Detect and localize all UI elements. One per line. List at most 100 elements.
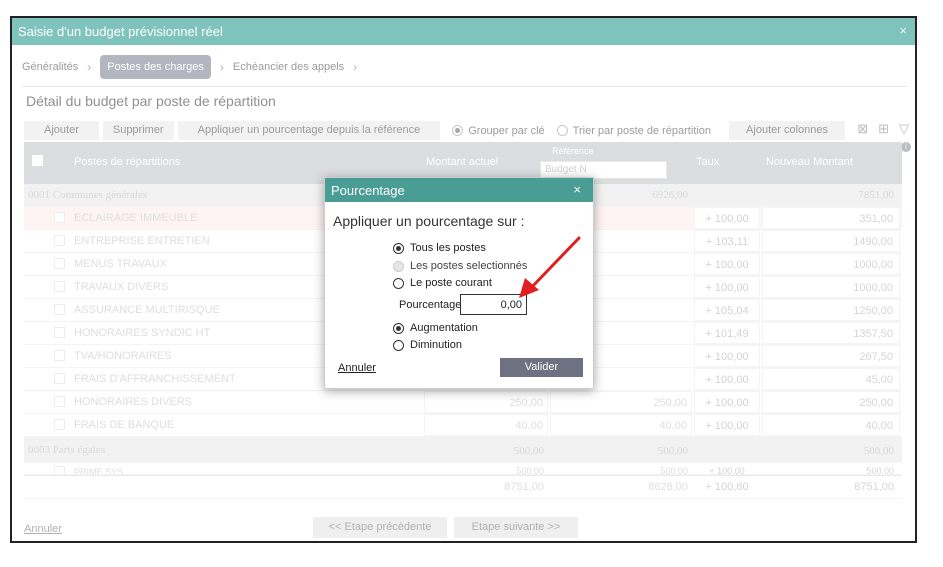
percentage-label: Pourcentage (399, 299, 462, 311)
cell-post: ASSURANCE MULTIRISQUE (74, 304, 220, 316)
row-checkbox[interactable] (54, 235, 65, 246)
row-checkbox[interactable] (54, 419, 65, 430)
filter-icon[interactable]: ▽ (899, 121, 909, 137)
grid-scrollbar[interactable] (901, 186, 909, 476)
row-checkbox[interactable] (54, 258, 65, 269)
direction-increase[interactable]: Augmentation (393, 322, 478, 334)
step-postes-des-charges[interactable]: Postes des charges (100, 55, 211, 79)
info-icon[interactable]: i (901, 142, 911, 152)
next-step-button[interactable]: Etape suivante >> (454, 517, 578, 538)
group-row[interactable]: 0003 Parts égales 500,00 500,00 500,00 (24, 437, 902, 463)
cancel-link[interactable]: Annuler (24, 523, 62, 535)
cell-reference[interactable]: 40,00 (550, 414, 692, 436)
scope-selected-label: Les postes selectionnés (410, 260, 528, 272)
cell-new-amount[interactable]: 267,50 (762, 345, 900, 367)
add-columns-button[interactable]: Ajouter colonnes (729, 121, 845, 140)
step-generalites[interactable]: Généralités (22, 61, 78, 73)
add-button[interactable]: Ajouter (24, 121, 99, 140)
excel-export-icon[interactable]: ⊠ (857, 121, 868, 137)
totals-row: 8751,00 8626,00 + 100,80 8751,00 (24, 475, 902, 499)
radio-icon[interactable] (452, 125, 464, 136)
table-row[interactable]: HONORAIRES DIVERS 250,00 250,00 + 100,00… (24, 391, 902, 414)
cell-post: TVA/HONORAIRES (74, 350, 172, 362)
window-title: Saisie d'un budget prévisionnel réel (18, 24, 223, 39)
cell-rate[interactable]: + 103,11 (694, 230, 760, 252)
window-titlebar: Saisie d'un budget prévisionnel réel × (12, 18, 915, 45)
close-icon[interactable]: × (899, 23, 907, 38)
row-checkbox[interactable] (54, 466, 65, 474)
group-label: 0003 Parts égales (28, 444, 105, 456)
col-taux[interactable]: Taux (696, 156, 719, 168)
chevron-right-icon: › (87, 60, 92, 74)
cell-reference[interactable]: 250,00 (550, 391, 692, 413)
radio-icon[interactable] (393, 322, 404, 334)
close-icon[interactable]: × (573, 182, 581, 197)
group-by-key-option[interactable]: Grouper par clé (452, 124, 545, 137)
cell-current[interactable]: 40,00 (424, 414, 548, 436)
wizard-steps: Généralités › Postes des charges › Echéa… (22, 55, 366, 79)
cell-rate[interactable]: + 100,00 (694, 253, 760, 275)
cell-current[interactable]: 250,00 (424, 391, 548, 413)
radio-icon[interactable] (556, 125, 568, 136)
table-row[interactable]: FRAIS DE BANQUE 40,00 40,00 + 100,00 40,… (24, 414, 902, 437)
cell-current: 500,00 (516, 466, 544, 475)
select-all-checkbox[interactable] (32, 155, 43, 166)
previous-step-button[interactable]: << Etape précédente (313, 517, 447, 538)
scope-all-posts[interactable]: Tous les postes (393, 242, 486, 254)
cell-new-amount[interactable]: 40,00 (762, 414, 900, 436)
row-checkbox[interactable] (54, 350, 65, 361)
apply-percentage-button[interactable]: Appliquer un pourcentage depuis la référ… (177, 121, 441, 140)
group-by-key-label: Grouper par clé (468, 124, 545, 137)
validate-button[interactable]: Valider (500, 358, 583, 377)
cell-new-amount[interactable]: 1000,00 (762, 253, 900, 275)
cell-new-amount[interactable]: 1000,00 (762, 276, 900, 298)
cell-new-amount[interactable]: 1250,00 (762, 299, 900, 321)
step-echeancier[interactable]: Echéancier des appels (233, 61, 344, 73)
cell-rate[interactable]: + 100,00 (694, 391, 760, 413)
cell-new-amount[interactable]: 1357,50 (762, 322, 900, 344)
dialog-subtitle: Appliquer un pourcentage sur : (333, 213, 525, 229)
radio-icon[interactable] (393, 242, 404, 254)
cell-rate[interactable]: + 105,04 (694, 299, 760, 321)
cell-post: FRAIS DE BANQUE (74, 419, 175, 431)
cell-rate[interactable]: + 100,00 (694, 345, 760, 367)
cell-reference: 500,00 (657, 445, 688, 457)
delete-button[interactable]: Supprimer (102, 121, 174, 140)
cell-post: PRIME SYS (74, 467, 124, 475)
scope-current-label: Le poste courant (410, 277, 492, 289)
cell-new-amount: 500,00 (863, 445, 894, 457)
table-row[interactable]: PRIME SYS 500,00 500,00 + 100,00 500,00 (24, 463, 902, 475)
cell-post: MENUS TRAVAUX (74, 258, 167, 270)
row-checkbox[interactable] (54, 396, 65, 407)
col-montant-actuel[interactable]: Montant actuel (426, 156, 498, 168)
group-label: 0001 Communes générales (28, 189, 148, 201)
scope-current-post[interactable]: Le poste courant (393, 277, 492, 289)
cell-rate[interactable]: + 101,49 (694, 322, 760, 344)
cell-rate[interactable]: + 100,00 (694, 276, 760, 298)
row-checkbox[interactable] (54, 212, 65, 223)
cell-new-amount[interactable]: 1490,00 (762, 230, 900, 252)
cell-new-amount[interactable]: 250,00 (762, 391, 900, 413)
cell-post: TRAVAUX DIVERS (74, 281, 169, 293)
row-checkbox[interactable] (54, 281, 65, 292)
radio-icon[interactable] (393, 339, 404, 351)
cell-new-amount[interactable]: 45,00 (762, 368, 900, 390)
sort-by-post-option[interactable]: Trier par poste de répartition (556, 124, 712, 137)
cell-rate[interactable]: + 100,00 (694, 414, 760, 436)
col-postes[interactable]: Postes de répartitions (74, 156, 180, 168)
row-checkbox[interactable] (54, 327, 65, 338)
cell-rate[interactable]: + 100,00 (694, 207, 760, 229)
row-checkbox[interactable] (54, 304, 65, 315)
total-rate: + 100,80 (705, 481, 749, 493)
radio-icon[interactable] (393, 277, 404, 289)
cell-new-amount[interactable]: 351,00 (762, 207, 900, 229)
direction-decrease[interactable]: Diminution (393, 339, 462, 351)
dialog-cancel-link[interactable]: Annuler (338, 362, 376, 374)
expand-icon[interactable]: ⊞ (878, 121, 889, 137)
radio-icon[interactable] (393, 260, 404, 272)
scope-selected-posts[interactable]: Les postes selectionnés (393, 260, 527, 272)
sort-by-post-label: Trier par poste de répartition (572, 124, 712, 137)
row-checkbox[interactable] (54, 373, 65, 384)
cell-rate[interactable]: + 100,00 (694, 368, 760, 390)
col-nouveau-montant[interactable]: Nouveau Montant (766, 156, 853, 168)
